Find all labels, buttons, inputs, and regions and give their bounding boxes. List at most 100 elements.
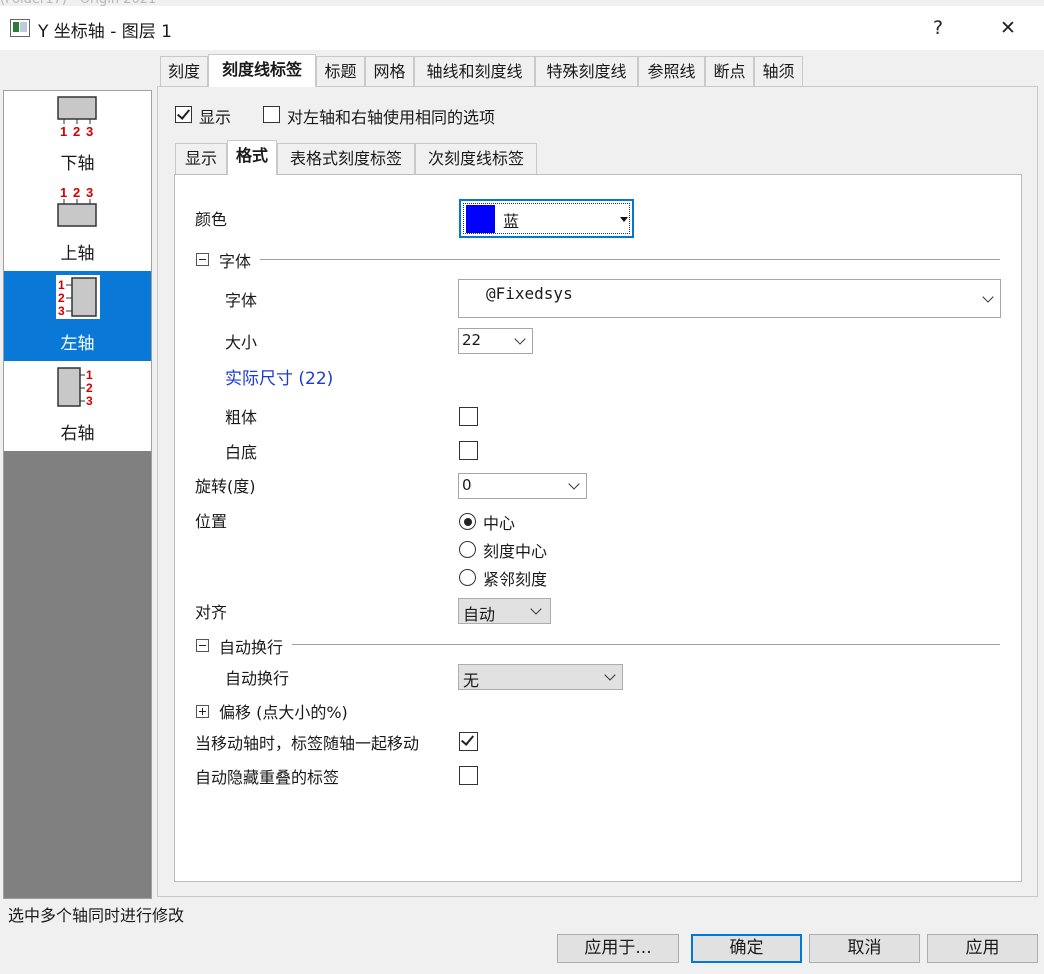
same-options-checkbox[interactable] bbox=[263, 106, 280, 123]
axis-item-label: 下轴 bbox=[60, 154, 95, 174]
dropdown-arrow-icon bbox=[620, 217, 628, 222]
color-value: 蓝 bbox=[503, 212, 520, 231]
font-group-divider bbox=[260, 259, 1000, 260]
align-value: 自动 bbox=[463, 605, 496, 624]
tick-label-2: 2 bbox=[73, 185, 80, 200]
size-value: 22 bbox=[462, 331, 482, 349]
tab-tick-labels[interactable]: 刻度线标签 bbox=[208, 54, 316, 87]
white-bg-label: 白底 bbox=[225, 443, 258, 462]
tick-label-1: 1 bbox=[86, 368, 93, 382]
tick-label-1: 1 bbox=[60, 185, 67, 200]
apply-to-button[interactable]: 应用于... bbox=[557, 934, 679, 963]
size-combobox[interactable]: 22 bbox=[458, 328, 533, 354]
tick-label-2: 2 bbox=[73, 124, 80, 139]
axis-item-label: 左轴 bbox=[60, 334, 95, 354]
font-value: @Fixedsys bbox=[486, 284, 573, 303]
bold-label: 粗体 bbox=[225, 408, 258, 427]
close-button[interactable]: ✕ bbox=[986, 11, 1030, 45]
cancel-button[interactable]: 取消 bbox=[809, 934, 920, 963]
subtab-format[interactable]: 格式 bbox=[227, 140, 277, 175]
show-checkbox[interactable] bbox=[175, 106, 192, 123]
font-combobox[interactable]: @Fixedsys bbox=[458, 279, 1001, 318]
position-label: 位置 bbox=[195, 512, 228, 531]
wrap-group-label: 自动换行 bbox=[219, 638, 284, 657]
tick-label-2: 2 bbox=[86, 381, 93, 395]
wrap-dropdown[interactable]: 无 bbox=[458, 664, 623, 690]
top-axis-icon: 1 2 3 bbox=[57, 185, 97, 227]
tab-rug[interactable]: 轴须 bbox=[754, 56, 803, 86]
subtab-display[interactable]: 显示 bbox=[175, 143, 227, 174]
tab-ticks[interactable]: 刻度 bbox=[160, 56, 208, 86]
chevron-down-icon bbox=[530, 603, 542, 615]
chevron-down-icon bbox=[982, 291, 994, 303]
tick-label-3: 3 bbox=[58, 304, 65, 318]
tick-label-3: 3 bbox=[86, 185, 93, 200]
subtab-table-tick-labels[interactable]: 表格式刻度标签 bbox=[277, 143, 415, 174]
tab-line-and-ticks[interactable]: 轴线和刻度线 bbox=[414, 56, 535, 86]
axis-item-label: 右轴 bbox=[60, 424, 95, 444]
apply-button[interactable]: 应用 bbox=[927, 934, 1038, 963]
offset-group-expand-icon[interactable] bbox=[196, 705, 209, 718]
tick-label-1: 1 bbox=[58, 278, 65, 292]
position-option-label: 刻度中心 bbox=[483, 542, 548, 561]
auto-hide-label: 自动隐藏重叠的标签 bbox=[195, 768, 340, 787]
axis-item-top[interactable]: 1 2 3 上轴 bbox=[4, 181, 151, 271]
auto-hide-checkbox[interactable] bbox=[459, 766, 478, 785]
tick-label-2: 2 bbox=[58, 291, 65, 305]
offset-group-label: 偏移 (点大小的%) bbox=[219, 703, 348, 722]
axis-list: 1 2 3 下轴 1 2 3 上轴 1 2 3 左轴 1 2 3 右轴 bbox=[3, 90, 152, 899]
white-bg-checkbox[interactable] bbox=[459, 441, 478, 460]
size-label: 大小 bbox=[225, 333, 258, 352]
font-label: 字体 bbox=[225, 291, 258, 310]
title-bar: Y 坐标轴 - 图层 1 ? ✕ bbox=[0, 6, 1044, 50]
axis-item-bottom[interactable]: 1 2 3 下轴 bbox=[4, 91, 151, 181]
wrap-value: 无 bbox=[463, 671, 480, 690]
right-axis-icon: 1 2 3 bbox=[57, 367, 93, 408]
position-radio-center[interactable] bbox=[459, 513, 476, 530]
position-radio-tick-center[interactable] bbox=[459, 541, 476, 558]
position-option-label: 中心 bbox=[483, 514, 516, 533]
tab-grid[interactable]: 网格 bbox=[365, 56, 414, 86]
show-label: 显示 bbox=[199, 108, 232, 127]
tab-special-ticks[interactable]: 特殊刻度线 bbox=[535, 56, 638, 86]
align-label: 对齐 bbox=[195, 603, 228, 622]
ok-button[interactable]: 确定 bbox=[691, 934, 802, 963]
chevron-down-icon bbox=[604, 669, 616, 681]
align-dropdown[interactable]: 自动 bbox=[458, 598, 551, 624]
color-label: 颜色 bbox=[195, 210, 228, 229]
actual-size-link[interactable]: 实际尺寸 (22) bbox=[225, 364, 333, 389]
rotation-combobox[interactable]: 0 bbox=[458, 473, 587, 499]
tick-label-1: 1 bbox=[60, 124, 67, 139]
bold-checkbox[interactable] bbox=[459, 407, 478, 426]
color-dropdown[interactable]: 蓝 bbox=[459, 199, 634, 238]
move-with-axis-label: 当移动轴时，标签随轴一起移动 bbox=[195, 734, 420, 753]
color-swatch bbox=[466, 205, 495, 233]
axis-item-left[interactable]: 1 2 3 左轴 bbox=[4, 271, 151, 361]
axis-item-right[interactable]: 1 2 3 右轴 bbox=[4, 361, 151, 451]
tick-label-3: 3 bbox=[86, 394, 93, 408]
position-radio-next-to-tick[interactable] bbox=[459, 569, 476, 586]
wrap-group-divider bbox=[292, 644, 1000, 645]
tab-reference-lines[interactable]: 参照线 bbox=[638, 56, 705, 86]
subtab-minor-tick-labels[interactable]: 次刻度线标签 bbox=[415, 143, 537, 174]
chevron-down-icon bbox=[568, 478, 580, 490]
position-option-label: 紧邻刻度 bbox=[483, 570, 548, 589]
rotation-label: 旋转(度) bbox=[195, 477, 256, 496]
tab-breaks[interactable]: 断点 bbox=[705, 56, 754, 86]
bottom-axis-icon: 1 2 3 bbox=[57, 96, 97, 139]
wrap-label: 自动换行 bbox=[225, 669, 290, 688]
same-options-label: 对左轴和右轴使用相同的选项 bbox=[287, 108, 496, 127]
window-title: Y 坐标轴 - 图层 1 bbox=[38, 22, 172, 42]
wrap-group-collapse-icon[interactable] bbox=[196, 639, 209, 652]
chevron-down-icon bbox=[514, 333, 526, 345]
tick-label-3: 3 bbox=[86, 124, 93, 139]
left-axis-icon: 1 2 3 bbox=[56, 275, 100, 319]
font-group-label: 字体 bbox=[219, 252, 252, 271]
help-button[interactable]: ? bbox=[916, 11, 960, 45]
font-group-collapse-icon[interactable] bbox=[196, 253, 209, 266]
move-with-axis-checkbox[interactable] bbox=[459, 732, 478, 751]
axis-item-label: 上轴 bbox=[60, 244, 95, 264]
status-text: 选中多个轴同时进行修改 bbox=[8, 906, 185, 925]
tab-title[interactable]: 标题 bbox=[316, 56, 365, 86]
rotation-value: 0 bbox=[462, 476, 472, 494]
